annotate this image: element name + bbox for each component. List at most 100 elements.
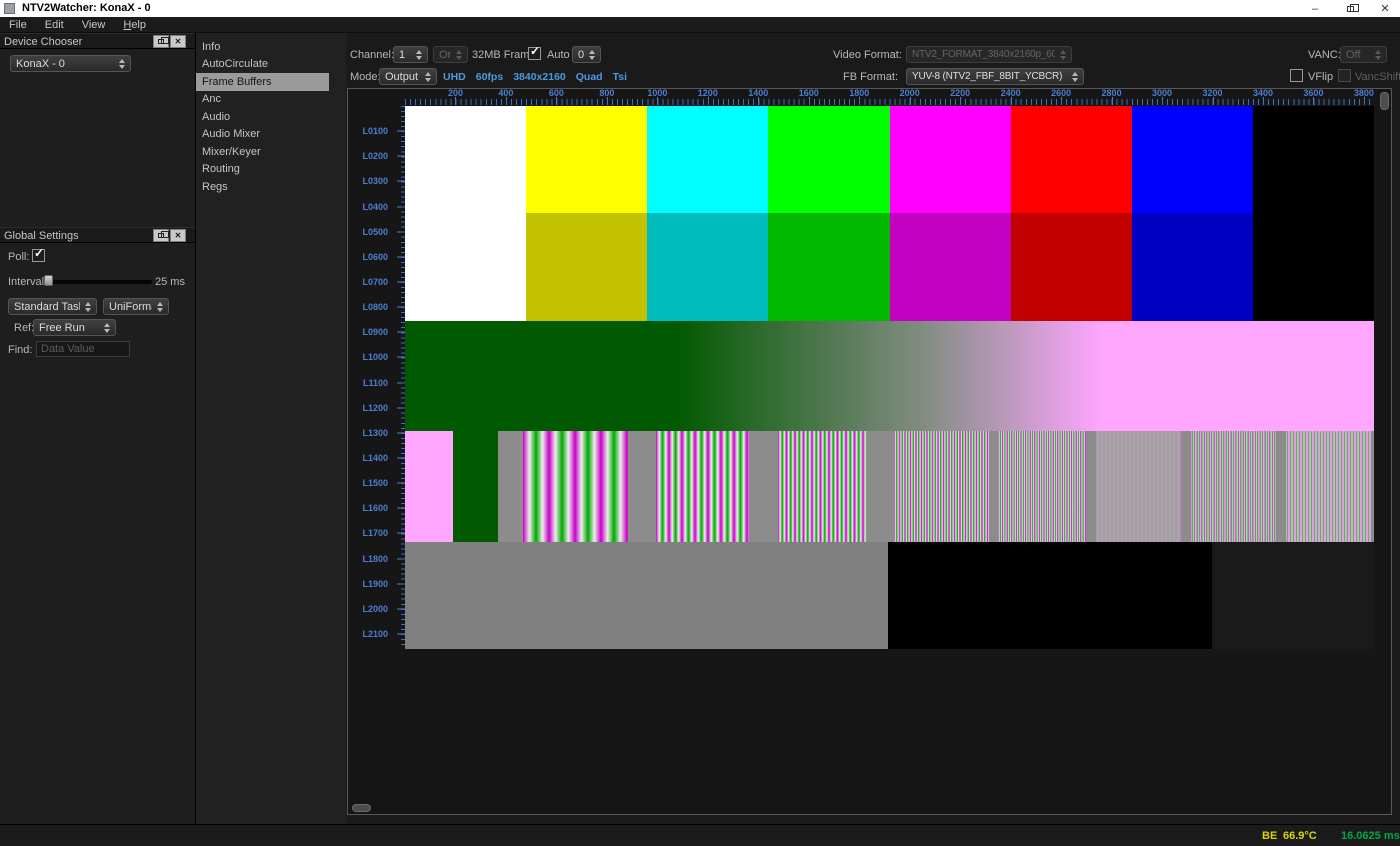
sweep-band (1286, 431, 1371, 542)
tasks-select[interactable]: Standard Tasks (8, 298, 97, 315)
color-bar-75 (647, 213, 768, 321)
uniformat-select[interactable]: UniFormat (103, 298, 169, 315)
nav-item-info[interactable]: Info (196, 38, 329, 56)
ruler-y-label: L1000 (362, 352, 388, 362)
color-bar-100 (1011, 106, 1132, 213)
sweep-band (1096, 431, 1181, 542)
find-label: Find: (8, 344, 32, 356)
menu-item-help[interactable]: Help (114, 18, 155, 32)
fb-format-select[interactable]: YUV-8 (NTV2_FBF_8BIT_YCBCR) (906, 68, 1084, 85)
restore-icon (1347, 6, 1354, 12)
horizontal-scrollbar-thumb[interactable] (352, 804, 371, 812)
minimize-button[interactable]: – (1298, 0, 1332, 17)
status-timing: 16.0625 mse (1341, 830, 1400, 842)
ruler-y-label: L0300 (362, 176, 388, 186)
ruler-y-label: L1500 (362, 478, 388, 488)
auto-label: Auto (547, 49, 570, 61)
ruler-x-ticks (405, 99, 1374, 105)
close-button[interactable]: ✕ (1368, 0, 1400, 17)
sweep-solid (405, 431, 453, 542)
ref-select[interactable]: Free Run (33, 319, 116, 336)
menu-item-view[interactable]: View (73, 18, 115, 32)
float-icon (158, 39, 164, 44)
nav-item-autocirculate[interactable]: AutoCirculate (196, 56, 329, 74)
colorbars-75-row (405, 213, 1374, 321)
footer-row (405, 542, 1374, 649)
close-panel-button[interactable]: ✕ (170, 229, 186, 242)
spinner-arrows-icon (157, 302, 163, 312)
nav-item-mixer-keyer[interactable]: Mixer/Keyer (196, 143, 329, 161)
auto-spinbox[interactable]: 0 (572, 46, 601, 63)
spinner-arrows-icon (1072, 72, 1078, 82)
find-input[interactable] (36, 341, 130, 357)
nav-item-frame-buffers[interactable]: Frame Buffers (196, 73, 329, 91)
footer-segment (1212, 542, 1374, 649)
float-panel-button[interactable] (153, 229, 169, 242)
frequency-sweep-row (405, 431, 1374, 542)
menu-item-edit[interactable]: Edit (36, 18, 73, 32)
nav-item-audio-mixer[interactable]: Audio Mixer (196, 126, 329, 144)
color-bar-75 (890, 213, 1011, 321)
mode-select[interactable]: Output (379, 68, 437, 85)
vancshift-label: VancShift (1355, 71, 1400, 83)
ruler-y-label: L1200 (362, 403, 388, 413)
interval-value: 25 ms (155, 276, 185, 288)
float-panel-button[interactable] (153, 35, 169, 48)
title-bar: NTV2Watcher: KonaX - 0 – ✕ (0, 0, 1400, 17)
format-token: Tsi (613, 71, 627, 83)
nav-item-regs[interactable]: Regs (196, 178, 329, 196)
spinner-arrows-icon (425, 72, 431, 82)
color-bar-75 (1011, 213, 1132, 321)
spinner-arrows-icon (1060, 50, 1066, 60)
vflip-checkbox[interactable] (1290, 69, 1303, 82)
color-bar-75 (405, 213, 526, 321)
float-icon (158, 233, 164, 238)
vertical-scrollbar[interactable] (1378, 89, 1391, 815)
channel-select[interactable]: 1 (393, 46, 428, 63)
frame-checkbox[interactable] (528, 47, 541, 60)
color-bar-100 (647, 106, 768, 213)
status-temperature: 66.9°C (1283, 830, 1317, 842)
color-bar-75 (768, 213, 889, 321)
ruler-y-label: L1400 (362, 453, 388, 463)
mode-label: Mode: (350, 71, 381, 83)
channel-enable-select: On (433, 46, 468, 63)
ruler-y-label: L1100 (363, 378, 388, 388)
close-panel-button[interactable]: ✕ (170, 35, 186, 48)
spinner-arrows-icon (456, 50, 462, 60)
color-bar-100 (1253, 106, 1374, 213)
menu-item-file[interactable]: File (0, 18, 36, 32)
nav-item-anc[interactable]: Anc (196, 91, 329, 109)
interval-slider-handle[interactable] (44, 275, 53, 286)
poll-label: Poll: (8, 251, 29, 263)
window-title: NTV2Watcher: KonaX - 0 (22, 2, 151, 14)
format-token: 3840x2160 (513, 71, 566, 83)
ruler-y-label: L2100 (362, 629, 388, 639)
interval-slider-track[interactable] (45, 280, 152, 284)
poll-checkbox[interactable] (32, 249, 45, 262)
left-dock: Device Chooser ✕ KonaX - 0 Global Settin… (0, 33, 196, 824)
nav-item-routing[interactable]: Routing (196, 161, 329, 179)
ruler-y-label: L1900 (362, 579, 388, 589)
ref-label: Ref: (14, 322, 34, 334)
spinner-arrows-icon (104, 323, 110, 333)
color-bar-75 (1132, 213, 1253, 321)
sweep-band (523, 431, 628, 542)
device-select[interactable]: KonaX - 0 (10, 55, 131, 72)
format-token: Quad (576, 71, 603, 83)
ruler-y-label: L0700 (362, 277, 388, 287)
vertical-scrollbar-thumb[interactable] (1380, 92, 1389, 110)
vancshift-checkbox (1338, 69, 1351, 82)
sweep-band (778, 431, 867, 542)
spinner-arrows-icon (119, 59, 125, 69)
menu-bar: FileEditViewHelp (0, 17, 1400, 33)
spinner-arrows-icon (85, 302, 91, 312)
nav-item-audio[interactable]: Audio (196, 108, 329, 126)
ruler-y-label: L1700 (362, 528, 388, 538)
restore-button[interactable] (1333, 0, 1367, 17)
device-chooser-title: Device Chooser (4, 36, 82, 48)
vflip-label: VFlip (1308, 71, 1333, 83)
ruler-y-label: L0400 (362, 202, 388, 212)
global-settings-titlebar: Global Settings ✕ (0, 227, 195, 243)
horizontal-scrollbar[interactable] (348, 802, 1392, 815)
